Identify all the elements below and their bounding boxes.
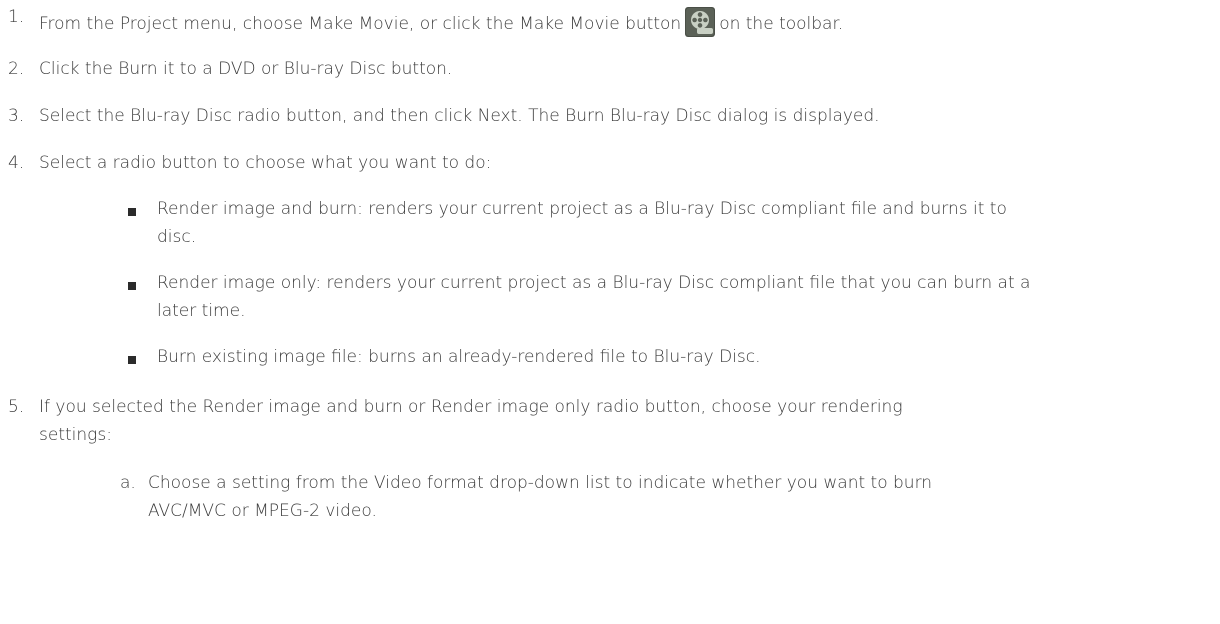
bullet-1-line-2: disc. bbox=[157, 227, 197, 247]
bullet-marker bbox=[128, 208, 136, 216]
substep-a-letter: a. bbox=[120, 473, 136, 493]
step-1-text-before: From the Project menu, choose Make Movie… bbox=[39, 14, 682, 34]
bullet-marker bbox=[128, 282, 136, 290]
step-3-text: Select the Blu-ray Disc radio button, an… bbox=[39, 106, 880, 126]
step-2-number: 2. bbox=[8, 59, 25, 79]
step-5-line-1: If you selected the Render image and bur… bbox=[39, 397, 903, 417]
step-2-text: Click the Burn it to a DVD or Blu-ray Di… bbox=[39, 59, 453, 79]
step-4-number: 4. bbox=[8, 153, 25, 173]
step-4-text: Select a radio button to choose what you… bbox=[39, 153, 492, 173]
substep-a-line-2: AVC/MVC or MPEG-2 video. bbox=[148, 501, 377, 521]
substep-a-line-1: Choose a setting from the Video format d… bbox=[148, 473, 933, 493]
bullet-2-line-1: Render image only: renders your current … bbox=[157, 273, 1031, 293]
step-5-line-2: settings: bbox=[39, 425, 112, 445]
make-movie-icon bbox=[685, 7, 716, 37]
step-1-text-after: on the toolbar. bbox=[719, 14, 844, 34]
bullet-marker bbox=[128, 356, 136, 364]
step-1-number: 1. bbox=[8, 7, 25, 27]
bullet-2-line-2: later time. bbox=[157, 301, 246, 321]
step-1-text: From the Project menu, choose Make Movie… bbox=[39, 7, 843, 37]
step-5-number: 5. bbox=[8, 397, 25, 417]
step-3-number: 3. bbox=[8, 106, 25, 126]
bullet-3-line-1: Burn existing image file: burns an alrea… bbox=[157, 347, 761, 367]
bullet-1-line-1: Render image and burn: renders your curr… bbox=[157, 199, 1007, 219]
